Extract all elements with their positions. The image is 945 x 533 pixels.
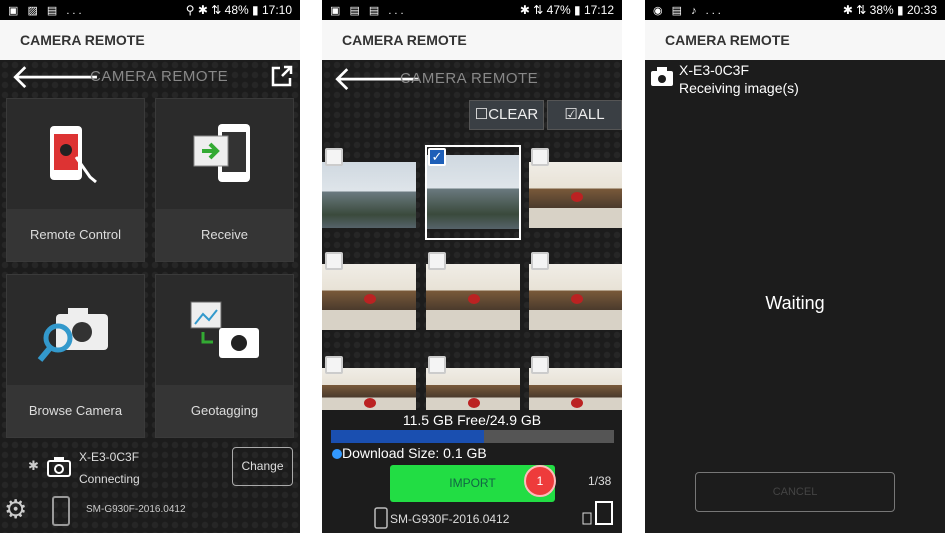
device-name: SM-G930F-2016.0412 (390, 512, 510, 526)
storage-bar (331, 430, 614, 443)
tile-receive[interactable]: Receive (155, 98, 294, 262)
clear-button[interactable]: ☐CLEAR (469, 100, 544, 130)
status-icons-left: ◉ ▤ ♪ ... (653, 4, 724, 17)
phone-icon (52, 496, 70, 526)
screen-home: ▣ ▨ ▤ ... ⚲ ✱ ⇅ 48% ▮ 17:10 CAMERA REMOTE… (0, 0, 300, 533)
app-title: CAMERA REMOTE (322, 20, 622, 60)
checkbox[interactable] (428, 356, 446, 374)
thumbnail[interactable] (529, 264, 622, 330)
tile-browse-camera[interactable]: Browse Camera (6, 274, 145, 438)
camera-name: X-E3-0C3F (79, 450, 140, 464)
device-name: SM-G930F-2016.0412 (86, 504, 186, 515)
back-arrow-icon[interactable]: 🡐 (10, 60, 101, 94)
device-size-toggle-icon[interactable] (582, 500, 614, 526)
camera-name: X-E3-0C3F (679, 62, 750, 78)
remote-control-icon (7, 117, 144, 197)
bluetooth-icon: ✱ (28, 458, 39, 473)
status-icons-left: ▣ ▨ ▤ ... (8, 4, 85, 17)
receive-icon (156, 117, 293, 197)
status-icons-right: ✱ ⇅ 47% ▮ 17:12 (519, 3, 614, 17)
tile-label: Receive (156, 209, 293, 261)
change-button[interactable]: Change (232, 447, 293, 486)
page-counter: 1/38 (588, 474, 612, 488)
waiting-text: Waiting (765, 293, 825, 313)
connection-status: Connecting (79, 472, 140, 486)
checkbox[interactable] (531, 356, 549, 374)
camera-icon (651, 67, 673, 86)
geotagging-icon (156, 293, 293, 373)
screen-receive: ▣ ▤ ▤ ... ✱ ⇅ 47% ▮ 17:12 CAMERA REMOTE 🡐… (322, 0, 622, 533)
status-bar: ▣ ▤ ▤ ... ✱ ⇅ 47% ▮ 17:12 (322, 0, 622, 20)
cancel-button[interactable]: CANCEL (695, 472, 895, 512)
checkbox[interactable] (325, 148, 343, 166)
settings-gears-icon[interactable]: ⚙ (4, 494, 27, 525)
main-area: X-E3-0C3F Receiving image(s) Waiting CAN… (645, 60, 945, 533)
selected-count-badge: 1 (524, 465, 556, 497)
camera-icon (47, 457, 71, 477)
tile-label: Browse Camera (7, 385, 144, 437)
status-icons-left: ▣ ▤ ▤ ... (330, 4, 407, 17)
checkbox-icon: ☑ (564, 106, 578, 123)
thumbnail[interactable] (426, 368, 520, 410)
thumbnail[interactable] (322, 162, 416, 228)
status-icons-right: ✱ ⇅ 38% ▮ 20:33 (842, 3, 937, 17)
storage-bar-fill (331, 430, 484, 443)
checkbox[interactable] (325, 356, 343, 374)
thumbnail[interactable] (322, 264, 416, 330)
download-size: Download Size: 0.1 GB (342, 445, 487, 461)
checkbox[interactable] (428, 252, 446, 270)
storage-text: 11.5 GB Free/24.9 GB (402, 412, 542, 428)
app-title: CAMERA REMOTE (645, 20, 945, 60)
open-external-icon[interactable] (270, 64, 294, 88)
thumbnail[interactable] (529, 162, 622, 228)
main-area: 🡐 CAMERA REMOTE ☐CLEAR ☑ALL ✓ 11.5 GB Fr… (322, 60, 622, 533)
tile-geotagging[interactable]: Geotagging (155, 274, 294, 438)
phone-icon (374, 507, 388, 529)
checkbox[interactable] (531, 148, 549, 166)
checkbox-checked[interactable]: ✓ (428, 148, 446, 166)
screen-receiving: ◉ ▤ ♪ ... ✱ ⇅ 38% ▮ 20:33 CAMERA REMOTE X… (645, 0, 945, 533)
dot-icon (332, 449, 342, 459)
header-title: CAMERA REMOTE (90, 68, 229, 85)
receiving-status: Receiving image(s) (679, 80, 799, 96)
app-title: CAMERA REMOTE (0, 20, 300, 60)
select-all-button[interactable]: ☑ALL (547, 100, 622, 130)
clear-icon: ☐ (474, 106, 489, 123)
tile-label: Remote Control (7, 209, 144, 261)
tile-label: Geotagging (156, 385, 293, 437)
tile-remote-control[interactable]: Remote Control (6, 98, 145, 262)
thumbnail[interactable] (426, 264, 520, 330)
thumbnail[interactable] (322, 368, 416, 410)
checkbox[interactable] (531, 252, 549, 270)
all-label: ALL (577, 106, 605, 123)
status-bar: ▣ ▨ ▤ ... ⚲ ✱ ⇅ 48% ▮ 17:10 (0, 0, 300, 20)
header-title: CAMERA REMOTE (400, 70, 539, 87)
thumbnail[interactable] (529, 368, 622, 410)
status-bar: ◉ ▤ ♪ ... ✱ ⇅ 38% ▮ 20:33 (645, 0, 945, 20)
status-icons-right: ⚲ ✱ ⇅ 48% ▮ 17:10 (185, 3, 292, 17)
clear-label: CLEAR (488, 106, 539, 123)
checkbox[interactable] (325, 252, 343, 270)
browse-camera-icon (7, 293, 144, 373)
main-area: 🡐 CAMERA REMOTE Remote Control Receive B… (0, 60, 300, 533)
